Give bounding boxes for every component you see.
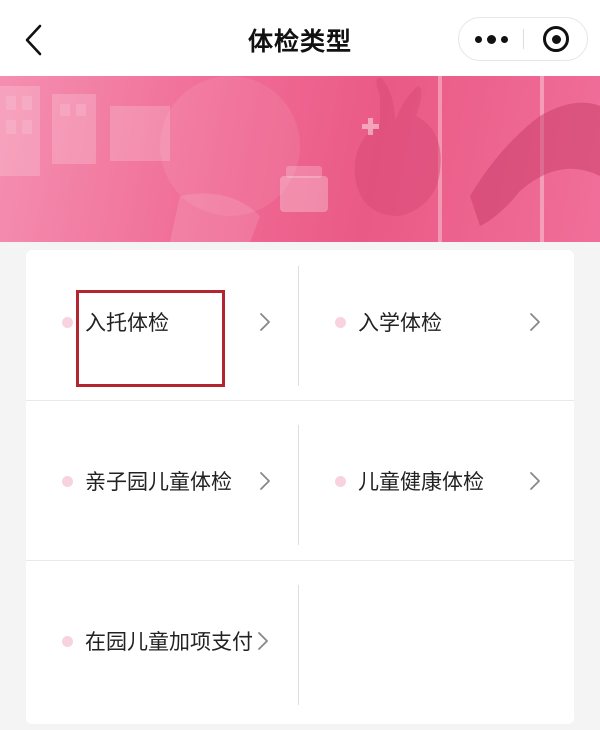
menu-item-extra-item-payment[interactable]: 在园儿童加项支付 (26, 561, 298, 721)
more-dots-icon (474, 35, 482, 43)
menu-item-child-health-exam[interactable]: 儿童健康体检 (299, 401, 574, 561)
close-miniprogram-button[interactable] (524, 18, 588, 60)
chevron-right-icon (260, 313, 270, 331)
more-button[interactable] (459, 18, 523, 60)
navigation-bar: 体检类型 (0, 0, 600, 76)
bullet-dot-icon (62, 316, 73, 328)
menu-item-label: 在园儿童加项支付 (85, 630, 253, 654)
banner-image (0, 76, 600, 242)
menu-item-label: 儿童健康体检 (358, 470, 484, 494)
menu-item-label: 入学体检 (358, 311, 442, 335)
menu-item-parent-child-exam[interactable]: 亲子园儿童体检 (26, 401, 298, 561)
bullet-dot-icon (62, 635, 73, 647)
menu-item-label: 亲子园儿童体检 (85, 470, 232, 494)
chevron-right-icon (530, 313, 540, 331)
highlight-box (76, 290, 225, 387)
bullet-dot-icon (62, 475, 73, 487)
banner-illustration (0, 76, 600, 242)
bullet-dot-icon (335, 316, 346, 328)
bullet-dot-icon (335, 475, 346, 487)
chevron-right-icon (258, 632, 268, 650)
chevron-right-icon (260, 472, 270, 490)
chevron-right-icon (530, 472, 540, 490)
capsule-menu (458, 17, 588, 61)
target-icon (543, 26, 569, 52)
column-divider (298, 585, 299, 705)
menu-item-enroll-school-exam[interactable]: 入学体检 (299, 242, 574, 402)
